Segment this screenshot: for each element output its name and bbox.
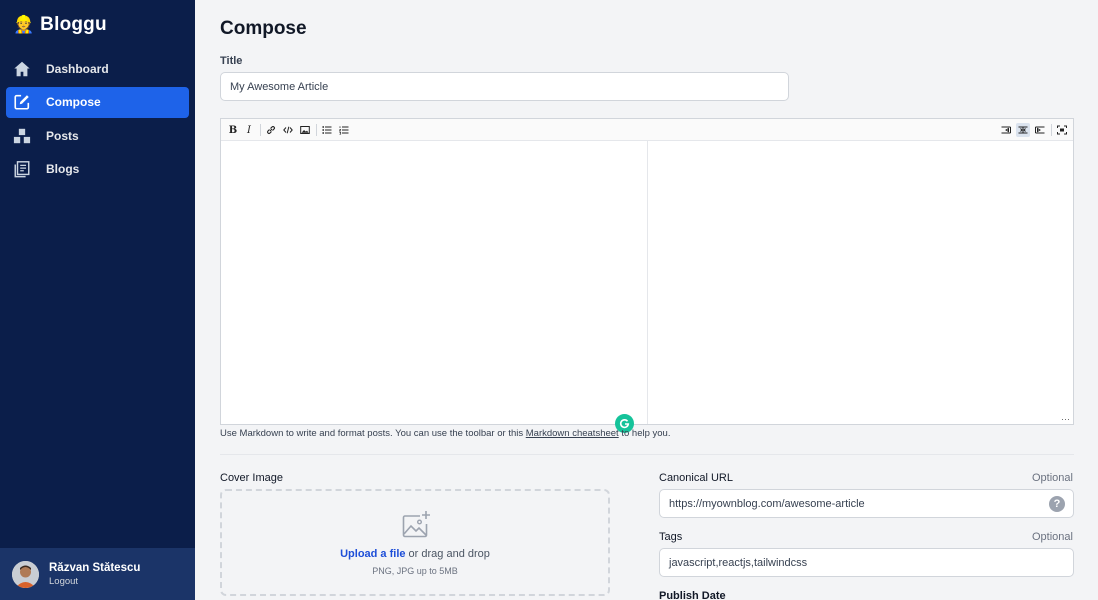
canonical-url-label: Canonical URL — [659, 472, 733, 484]
fullscreen-icon[interactable] — [1055, 123, 1069, 137]
title-label: Title — [220, 55, 242, 67]
drag-drop-text: or drag and drop — [406, 548, 490, 560]
user-profile[interactable]: Răzvan Stătescu Logout — [0, 548, 195, 600]
upload-instructions: Upload a file or drag and drop — [222, 548, 608, 560]
upload-file-link[interactable]: Upload a file — [340, 548, 405, 560]
brand-logo[interactable]: 👷 Bloggu — [13, 14, 107, 36]
help-text-before: Use Markdown to write and format posts. … — [220, 428, 526, 439]
sidebar-item-label: Posts — [46, 129, 79, 143]
toolbar-divider — [260, 124, 261, 136]
sidebar-item-dashboard[interactable]: Dashboard — [6, 53, 189, 84]
canonical-url-value: https://myownblog.com/awesome-article — [669, 498, 865, 510]
brand-name: Bloggu — [40, 14, 107, 36]
numbered-list-icon[interactable] — [337, 123, 351, 137]
upload-hint: PNG, JPG up to 5MB — [222, 566, 608, 576]
tags-label: Tags — [659, 531, 682, 543]
sidebar-item-blogs[interactable]: Blogs — [6, 154, 189, 185]
toolbar-divider — [316, 124, 317, 136]
sidebar-item-compose[interactable]: Compose — [6, 87, 189, 118]
tags-optional: Optional — [1032, 531, 1073, 543]
link-icon[interactable] — [264, 123, 278, 137]
help-icon[interactable]: ? — [1049, 496, 1065, 512]
split-mode-icon[interactable] — [1016, 123, 1030, 137]
boxes-icon — [12, 126, 32, 146]
sidebar-item-label: Compose — [46, 95, 101, 109]
avatar — [12, 561, 39, 588]
pencil-square-icon — [12, 92, 32, 112]
sidebar-item-label: Blogs — [46, 162, 79, 176]
canonical-url-optional: Optional — [1032, 472, 1073, 484]
help-text-after: to help you. — [619, 428, 671, 439]
document-list-icon — [12, 159, 32, 179]
markdown-editor: B I — [220, 118, 1074, 425]
bullet-list-icon[interactable] — [320, 123, 334, 137]
sidebar-nav: Dashboard Compose Posts Blogs — [6, 53, 189, 187]
markdown-cheatsheet-link[interactable]: Markdown cheatsheet — [526, 428, 619, 439]
sidebar-item-label: Dashboard — [46, 62, 109, 76]
publish-date-label: Publish Date — [659, 590, 726, 600]
markdown-help-text: Use Markdown to write and format posts. … — [220, 428, 670, 439]
preview-mode-icon[interactable] — [1033, 123, 1047, 137]
bold-icon[interactable]: B — [226, 123, 240, 137]
image-icon[interactable] — [298, 123, 312, 137]
toolbar-divider — [1051, 124, 1052, 136]
resize-handle-icon[interactable]: ··· — [1061, 415, 1070, 423]
edit-mode-icon[interactable] — [999, 123, 1013, 137]
sidebar: 👷 Bloggu Dashboard Compose Posts Blog — [0, 0, 195, 600]
cover-image-label: Cover Image — [220, 472, 283, 484]
tags-input[interactable]: javascript,reactjs,tailwindcss — [659, 548, 1074, 577]
title-input[interactable]: My Awesome Article — [220, 72, 789, 101]
sidebar-item-posts[interactable]: Posts — [6, 120, 189, 151]
image-upload-icon — [401, 510, 431, 540]
code-icon[interactable] — [281, 123, 295, 137]
canonical-url-input[interactable]: https://myownblog.com/awesome-article ? — [659, 489, 1074, 518]
logout-link[interactable]: Logout — [49, 575, 140, 588]
editor-toolbar: B I — [221, 119, 1073, 141]
user-name: Răzvan Stătescu — [49, 561, 140, 575]
section-divider — [220, 454, 1074, 455]
italic-icon[interactable]: I — [242, 123, 256, 137]
cover-image-dropzone[interactable]: Upload a file or drag and drop PNG, JPG … — [220, 489, 610, 596]
construction-worker-icon: 👷 — [13, 14, 34, 36]
markdown-input-pane[interactable] — [221, 141, 648, 424]
home-icon — [12, 59, 32, 79]
page-title: Compose — [220, 18, 307, 40]
